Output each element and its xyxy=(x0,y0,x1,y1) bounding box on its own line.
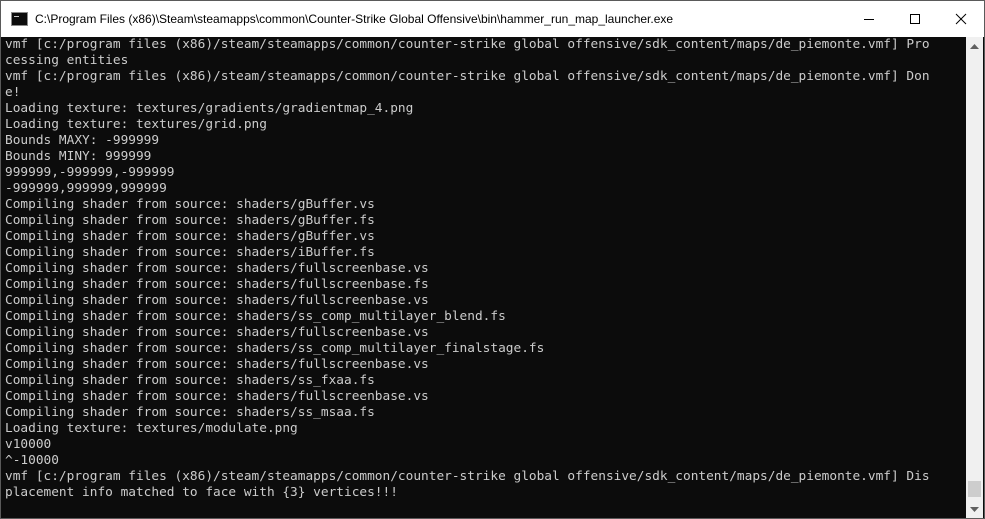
minimize-button[interactable] xyxy=(846,1,892,37)
scroll-thumb[interactable] xyxy=(968,481,981,497)
console-line: Compiling shader from source: shaders/gB… xyxy=(5,197,375,212)
console-window: C:\Program Files (x86)\Steam\steamapps\c… xyxy=(0,0,985,519)
console-line: Compiling shader from source: shaders/gB… xyxy=(5,213,375,228)
console-line: Compiling shader from source: shaders/iB… xyxy=(5,245,375,260)
console-line: Compiling shader from source: shaders/ss… xyxy=(5,309,506,324)
maximize-icon xyxy=(910,14,920,24)
minimize-icon xyxy=(864,19,874,20)
console-line: placement info matched to face with {3} … xyxy=(5,485,398,500)
console-line: cessing entities xyxy=(5,53,129,68)
vertical-scrollbar[interactable] xyxy=(966,37,983,518)
console-line: Bounds MINY: 999999 xyxy=(5,149,152,164)
console-line: Loading texture: textures/gradients/grad… xyxy=(5,101,414,116)
console-line: Compiling shader from source: shaders/fu… xyxy=(5,261,429,276)
console-line: Compiling shader from source: shaders/ss… xyxy=(5,373,375,388)
console-line: ^-10000 xyxy=(5,453,59,468)
console-line: Compiling shader from source: shaders/ss… xyxy=(5,341,545,356)
console-line: Loading texture: textures/modulate.png xyxy=(5,421,298,436)
console-app-icon xyxy=(11,12,28,26)
scroll-down-button[interactable] xyxy=(966,501,983,518)
console-line: Compiling shader from source: shaders/fu… xyxy=(5,357,429,372)
console-line: e! xyxy=(5,85,21,100)
close-icon xyxy=(955,13,967,25)
console-line: Compiling shader from source: shaders/fu… xyxy=(5,389,429,404)
console-line: Compiling shader from source: shaders/ss… xyxy=(5,405,375,420)
scroll-up-icon xyxy=(970,43,979,49)
console-line: Compiling shader from source: shaders/fu… xyxy=(5,277,429,292)
close-button[interactable] xyxy=(938,1,984,37)
console-line: v10000 xyxy=(5,437,52,452)
scroll-up-button[interactable] xyxy=(966,37,983,54)
console-line: vmf [c:/program files (x86)/steam/steama… xyxy=(5,69,930,84)
console-line: Compiling shader from source: shaders/fu… xyxy=(5,293,429,308)
console-line: vmf [c:/program files (x86)/steam/steama… xyxy=(5,37,930,52)
console-line: Bounds MAXY: -999999 xyxy=(5,133,160,148)
scroll-down-icon xyxy=(970,506,979,512)
console-line: Compiling shader from source: shaders/gB… xyxy=(5,229,375,244)
window-title: C:\Program Files (x86)\Steam\steamapps\c… xyxy=(35,12,674,26)
console-line: -999999,999999,999999 xyxy=(5,181,167,196)
title-bar[interactable]: C:\Program Files (x86)\Steam\steamapps\c… xyxy=(1,1,984,37)
console-line: Loading texture: textures/grid.png xyxy=(5,117,267,132)
console-line: Compiling shader from source: shaders/fu… xyxy=(5,325,429,340)
console-line: vmf [c:/program files (x86)/steam/steama… xyxy=(5,469,930,484)
console-output[interactable]: vmf [c:/program files (x86)/steam/steama… xyxy=(3,37,966,518)
console-line: 999999,-999999,-999999 xyxy=(5,165,175,180)
maximize-button[interactable] xyxy=(892,1,938,37)
